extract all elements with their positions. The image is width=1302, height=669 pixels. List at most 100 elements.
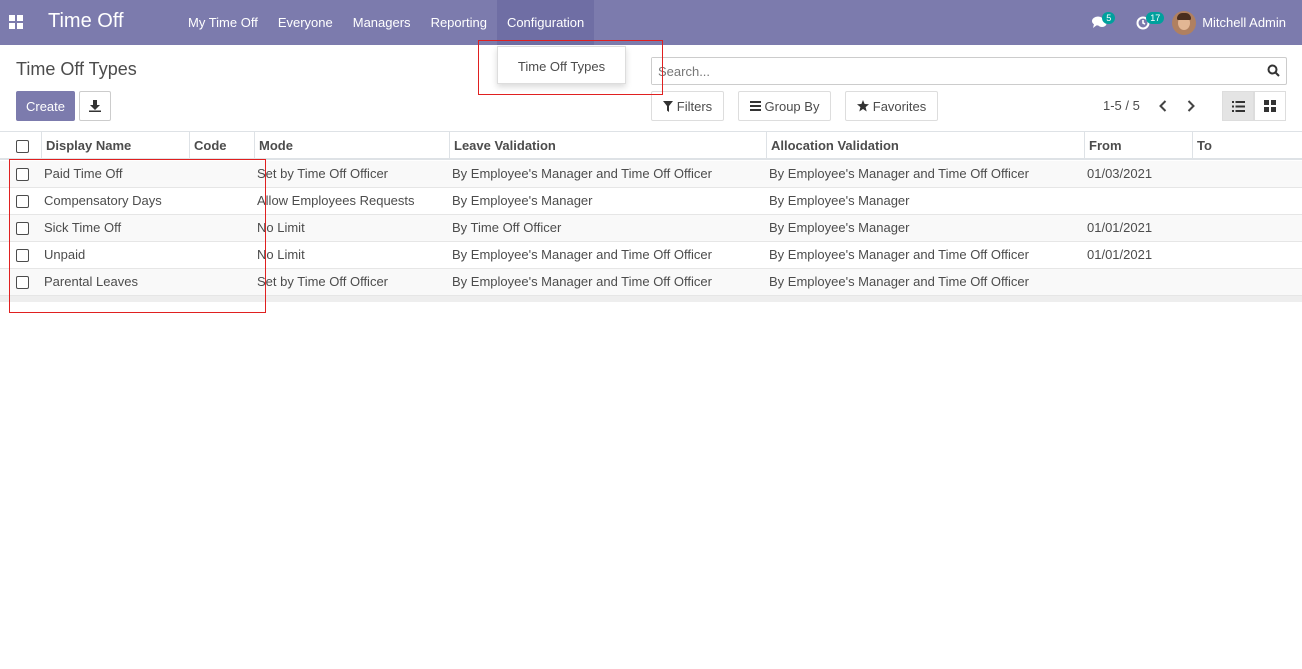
cell-leave-validation: By Employee's Manager and Time Off Offic… [452, 166, 712, 181]
table-row[interactable]: Compensatory Days Allow Employees Reques… [0, 188, 1302, 215]
cell-from [1084, 188, 1192, 214]
cell-leave-validation: By Employee's Manager and Time Off Offic… [452, 274, 712, 289]
cell-leave-validation: By Employee's Manager [452, 193, 593, 208]
list-view-icon [1231, 100, 1245, 112]
cell-display-name: Parental Leaves [44, 274, 138, 289]
cell-leave-validation: By Time Off Officer [452, 220, 562, 235]
cell-allocation-validation: By Employee's Manager [769, 193, 910, 208]
select-all-checkbox[interactable] [16, 140, 29, 153]
cell-from: 01/01/2021 [1087, 220, 1153, 235]
download-button[interactable] [79, 91, 111, 121]
cell-code [189, 269, 254, 295]
top-navbar: Time Off My Time Off Everyone Managers R… [0, 0, 1302, 45]
systray: 5 17 Mitchell Admin [1084, 0, 1302, 45]
user-menu[interactable]: Mitchell Admin [1172, 10, 1286, 35]
search-box [651, 57, 1287, 85]
star-icon [856, 100, 869, 112]
table-footer [0, 296, 1302, 302]
row-checkbox[interactable] [16, 222, 29, 235]
table-body: Paid Time Off Set by Time Off Officer By… [0, 161, 1302, 296]
column-header-from[interactable]: From [1084, 132, 1192, 159]
cell-code [189, 161, 254, 187]
table-row[interactable]: Sick Time Off No Limit By Time Off Offic… [0, 215, 1302, 242]
filters-label: Filters [676, 98, 713, 114]
cell-display-name: Compensatory Days [44, 193, 162, 208]
chevron-left-icon [1159, 100, 1167, 112]
cell-display-name: Sick Time Off [44, 220, 122, 235]
list-view-button[interactable] [1222, 91, 1254, 121]
cell-mode: Allow Employees Requests [257, 193, 415, 208]
download-icon [89, 100, 101, 112]
cell-mode: No Limit [257, 247, 305, 262]
group-by-button[interactable]: Group By [738, 91, 831, 121]
menu-reporting[interactable]: Reporting [421, 0, 497, 45]
apps-icon[interactable] [9, 15, 23, 29]
menu-configuration[interactable]: Configuration [496, 0, 595, 45]
activities-button[interactable]: 17 [1128, 0, 1165, 45]
messages-count-badge: 5 [1102, 12, 1116, 24]
create-button[interactable]: Create [16, 91, 75, 121]
cell-to [1192, 242, 1302, 268]
kanban-view-button[interactable] [1254, 91, 1286, 121]
row-checkbox[interactable] [16, 249, 29, 262]
messages-button[interactable]: 5 [1084, 0, 1116, 45]
table-row[interactable]: Paid Time Off Set by Time Off Officer By… [0, 161, 1302, 188]
filters-button[interactable]: Filters [651, 91, 724, 121]
cell-from: 01/01/2021 [1087, 247, 1153, 262]
column-header-mode[interactable]: Mode [254, 132, 449, 159]
cell-allocation-validation: By Employee's Manager and Time Off Offic… [769, 274, 1029, 289]
menu-managers[interactable]: Managers [343, 0, 421, 45]
cell-leave-validation: By Employee's Manager and Time Off Offic… [452, 247, 712, 262]
menu-everyone[interactable]: Everyone [268, 0, 343, 45]
table-row[interactable]: Unpaid No Limit By Employee's Manager an… [0, 242, 1302, 269]
view-switcher [1222, 91, 1286, 121]
pager-value[interactable]: 1-5 / 5 [1103, 98, 1140, 113]
cell-to [1192, 269, 1302, 295]
avatar [1172, 10, 1197, 35]
filter-icon [662, 100, 673, 112]
column-header-leave-validation[interactable]: Leave Validation [449, 132, 766, 159]
column-header-display-name[interactable]: Display Name [41, 132, 189, 159]
cell-from [1084, 269, 1192, 295]
search-icon[interactable] [1267, 64, 1280, 77]
cell-mode: No Limit [257, 220, 305, 235]
app-title[interactable]: Time Off [48, 10, 124, 33]
kanban-view-icon [1264, 100, 1276, 112]
header-select-all-cell [0, 132, 41, 159]
row-checkbox[interactable] [16, 168, 29, 181]
cell-display-name: Unpaid [44, 247, 86, 262]
row-checkbox[interactable] [16, 276, 29, 289]
cell-code [189, 215, 254, 241]
table-row[interactable]: Parental Leaves Set by Time Off Officer … [0, 269, 1302, 296]
dropdown-item-time-off-types[interactable]: Time Off Types [498, 47, 625, 74]
favorites-button[interactable]: Favorites [845, 91, 938, 121]
cell-allocation-validation: By Employee's Manager and Time Off Offic… [769, 247, 1029, 262]
cell-code [189, 188, 254, 214]
user-name: Mitchell Admin [1202, 15, 1286, 30]
favorites-label: Favorites [872, 98, 927, 114]
page-title: Time Off Types [16, 59, 137, 79]
pager-next-button[interactable] [1182, 96, 1200, 116]
cell-display-name: Paid Time Off [44, 166, 123, 181]
configuration-dropdown: Time Off Types [497, 46, 626, 84]
search-input[interactable] [652, 58, 1252, 84]
table-header: Display Name Code Mode Leave Validation … [0, 131, 1302, 160]
group-by-label: Group By [764, 98, 820, 114]
row-checkbox[interactable] [16, 195, 29, 208]
cell-mode: Set by Time Off Officer [257, 166, 389, 181]
cell-allocation-validation: By Employee's Manager and Time Off Offic… [769, 166, 1029, 181]
column-header-code[interactable]: Code [189, 132, 254, 159]
column-header-to[interactable]: To [1192, 132, 1302, 159]
menu-my-time-off[interactable]: My Time Off [178, 0, 268, 45]
cell-to [1192, 188, 1302, 214]
cell-code [189, 242, 254, 268]
pager-previous-button[interactable] [1154, 96, 1172, 116]
cell-mode: Set by Time Off Officer [257, 274, 389, 289]
cell-to [1192, 215, 1302, 241]
main-menu: My Time Off Everyone Managers Reporting … [178, 0, 595, 45]
cell-allocation-validation: By Employee's Manager [769, 220, 910, 235]
cell-from: 01/03/2021 [1087, 166, 1153, 181]
cell-to [1192, 161, 1302, 187]
chevron-right-icon [1187, 100, 1195, 112]
column-header-allocation-validation[interactable]: Allocation Validation [766, 132, 1084, 159]
